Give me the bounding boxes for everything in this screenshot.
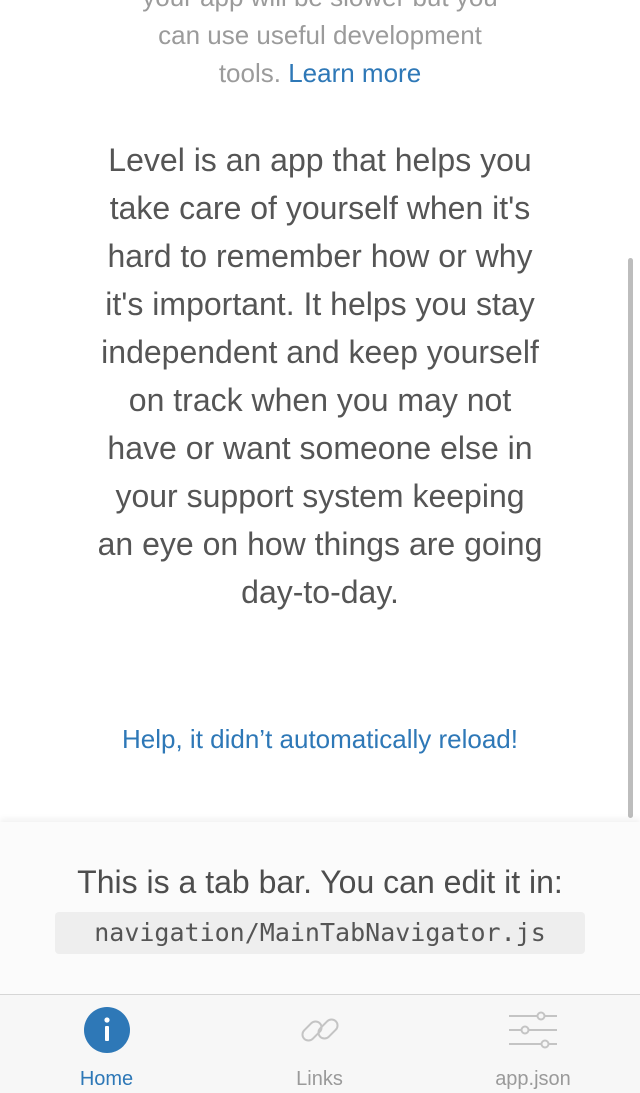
tab-label-links: Links <box>296 1068 343 1090</box>
tab-label-home: Home <box>79 1068 134 1090</box>
sliders-icon <box>507 1007 559 1058</box>
tab-bar-info-panel: This is a tab bar. You can edit it in: n… <box>0 822 640 994</box>
app-description: Level is an app that helps you take care… <box>97 142 543 610</box>
link-icon <box>297 1007 343 1058</box>
help-reload-link[interactable]: Help, it didn’t automatically reload! <box>0 720 640 758</box>
navigator-file-path: navigation/MainTabNavigator.js <box>55 912 585 954</box>
tab-home[interactable]: Home <box>0 995 213 1093</box>
dev-notice-line: can use useful development <box>158 20 482 50</box>
dev-notice-prefix: tools. <box>218 58 281 88</box>
dev-mode-notice: your app will be slower but you can use … <box>0 0 640 92</box>
tab-bar-info-text: This is a tab bar. You can edit it in: <box>77 864 563 900</box>
tab-links[interactable]: Links <box>213 995 426 1093</box>
info-icon <box>83 1007 130 1058</box>
dev-notice-line: tools. Learn more <box>0 54 640 92</box>
tab-label-app-json: app.json <box>495 1068 571 1090</box>
scrollbar-thumb[interactable] <box>628 258 633 818</box>
tab-app-json[interactable]: app.json <box>426 995 640 1093</box>
home-scroll-view[interactable]: your app will be slower but you can use … <box>0 0 640 822</box>
learn-more-link[interactable]: Learn more <box>288 58 421 88</box>
tab-bar: Home Links app.json <box>0 994 640 1093</box>
dev-notice-line: your app will be slower but you <box>0 0 640 16</box>
